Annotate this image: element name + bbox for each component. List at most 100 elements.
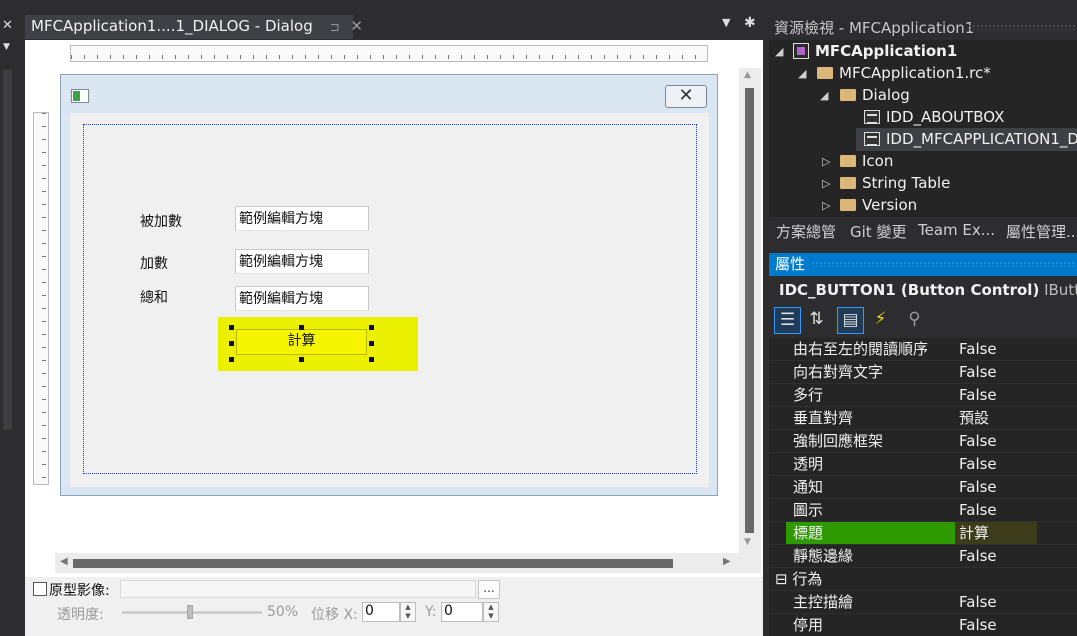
property-pages-icon[interactable]: ⚲ [901, 307, 928, 334]
scroll-right-icon[interactable]: ▶ [723, 556, 731, 567]
resize-handle[interactable] [299, 357, 304, 362]
tree-item-dialog-folder[interactable]: Dialog [840, 84, 910, 106]
collapsed-arrow-icon[interactable]: ▷ [822, 177, 830, 190]
object-name: IDC_BUTTON1 (Button Control) [779, 281, 1040, 299]
property-row-selected[interactable]: 標題 計算 [769, 522, 1077, 545]
title-grip [811, 261, 1075, 267]
scroll-corner [739, 553, 761, 573]
gear-icon[interactable]: ✱ [744, 15, 756, 31]
browse-button[interactable]: ... [478, 580, 500, 599]
tab-property-manager[interactable]: 屬性管理... [1006, 221, 1077, 242]
resize-handle[interactable] [229, 325, 234, 330]
tree-item-icon-folder[interactable]: Icon [840, 150, 893, 172]
folder-icon [840, 199, 856, 211]
offset-y-label: Y: [425, 604, 437, 620]
expand-arrow-icon[interactable]: ◢ [798, 67, 806, 80]
property-row[interactable]: 主控描繪 False [769, 591, 1077, 614]
tab-dialog-editor[interactable]: MFCApplication1....1_DIALOG - Dialog ⊐ ✕ [25, 15, 363, 39]
close-tab-icon[interactable]: ✕ [350, 17, 363, 35]
static-label-addend[interactable]: 加數 [140, 253, 168, 273]
left-scrollbar[interactable] [3, 70, 12, 430]
transparency-slider[interactable] [122, 605, 262, 619]
properties-icon[interactable]: ▤ [837, 307, 864, 334]
static-label-sum[interactable]: 總和 [140, 287, 168, 307]
resize-handle[interactable] [229, 357, 234, 362]
tab-dropdown-icon[interactable]: ▼ [722, 16, 730, 29]
tab-team-explorer[interactable]: Team Ex... [918, 221, 995, 239]
project-icon [793, 43, 809, 59]
tab-solution-explorer[interactable]: 方案總管 [776, 221, 836, 242]
resize-handle[interactable] [369, 325, 374, 330]
chevron-down-icon[interactable]: ▼ [3, 42, 10, 52]
resource-view-title[interactable]: 資源檢視 - MFCApplication1 [774, 17, 974, 38]
slider-thumb[interactable] [187, 605, 193, 619]
property-grid[interactable]: 由右至左的閱讀順序 False 向右對齊文字 False 多行 False 垂直對齊預… [769, 338, 1077, 636]
dialog-close-button[interactable]: ✕ [665, 85, 707, 108]
transparency-label: 透明度: [57, 607, 104, 623]
scroll-up-icon[interactable]: ▲ [744, 70, 751, 80]
tree-item-version[interactable]: Version [840, 194, 917, 216]
property-row[interactable]: 強制回應框架 False [769, 430, 1077, 453]
dialog-margin-guide [83, 124, 697, 474]
title-grip [968, 24, 1076, 30]
vertical-scrollbar[interactable]: ▲ ▼ [739, 68, 761, 553]
resource-tree[interactable]: ◢ MFCApplication1 ◢ MFCApplication1.rc* … [769, 40, 1077, 217]
prototype-image-bar: 原型影像: ... 透明度: 50% 位移 X: 0 ▲ ▼ Y: 0 ▲ ▼ [25, 577, 763, 636]
vertical-scroll-thumb[interactable] [745, 88, 754, 533]
tree-item-rc-file[interactable]: MFCApplication1.rc* [817, 62, 991, 84]
properties-header[interactable]: 屬性 [769, 253, 1077, 276]
edit-control-sum[interactable]: 範例編輯方塊 [235, 286, 369, 311]
offset-y-spinner[interactable]: ▲ ▼ [483, 602, 499, 622]
prototype-image-checkbox[interactable] [33, 582, 47, 596]
property-row[interactable]: 透明 False [769, 453, 1077, 476]
offset-x-input[interactable]: 0 [362, 602, 400, 622]
tree-item-string-table[interactable]: String Table [840, 172, 950, 194]
property-row[interactable]: 停用 False [769, 614, 1077, 636]
offset-x-spinner[interactable]: ▲ ▼ [400, 602, 416, 622]
edit-control-addend[interactable]: 範例編輯方塊 [235, 249, 369, 274]
collapse-icon[interactable]: ⊟ [775, 570, 788, 588]
property-category[interactable]: ⊟ 行為 [769, 568, 1077, 591]
horizontal-ruler[interactable] [70, 45, 708, 62]
properties-object-selector[interactable]: IDC_BUTTON1 (Button Control) IButtonEd [769, 281, 1077, 303]
collapsed-arrow-icon[interactable]: ▷ [822, 199, 830, 212]
tab-title: MFCApplication1....1_DIALOG - Dialog [31, 17, 313, 35]
scroll-down-icon[interactable]: ▼ [744, 537, 751, 547]
horizontal-scroll-thumb[interactable] [73, 559, 673, 568]
expand-arrow-icon[interactable]: ◢ [775, 45, 783, 58]
categorized-icon[interactable]: ☰ [774, 307, 801, 334]
expand-arrow-icon[interactable]: ◢ [820, 89, 828, 102]
folder-icon [840, 177, 856, 189]
calculate-button[interactable]: 計算 [236, 329, 367, 355]
tree-item-project[interactable]: MFCApplication1 [793, 40, 957, 62]
pin-icon[interactable]: ⊐ [330, 20, 340, 34]
dialog-preview[interactable]: ✕ [60, 74, 718, 496]
scroll-left-icon[interactable]: ◀ [60, 556, 68, 567]
resize-handle[interactable] [369, 341, 374, 346]
property-row[interactable]: 向右對齊文字 False [769, 361, 1077, 384]
events-icon[interactable]: ⚡ [867, 307, 894, 334]
vertical-ruler[interactable] [33, 112, 49, 485]
tree-item-aboutbox[interactable]: IDD_ABOUTBOX [864, 106, 1004, 128]
resize-handle[interactable] [369, 357, 374, 362]
property-row[interactable]: 多行 False [769, 384, 1077, 407]
horizontal-scrollbar[interactable]: ◀ ▶ [55, 553, 739, 573]
alphabetical-icon[interactable]: ⇅ [803, 307, 830, 334]
static-label-augend[interactable]: 被加數 [140, 211, 182, 231]
tree-item-main-dialog[interactable]: IDD_MFCAPPLICATION1_DI [864, 128, 1077, 150]
close-icon[interactable]: ✕ [2, 18, 13, 33]
property-row[interactable]: 圖示 False [769, 499, 1077, 522]
property-row[interactable]: 由右至左的閱讀順序 False [769, 338, 1077, 361]
offset-x-label: 位移 X: [311, 607, 358, 623]
edit-control-augend[interactable]: 範例編輯方塊 [235, 206, 369, 231]
offset-y-input[interactable]: 0 [441, 602, 483, 622]
tab-git-changes[interactable]: Git 變更 [850, 221, 906, 242]
collapsed-arrow-icon[interactable]: ▷ [822, 155, 830, 168]
resize-handle[interactable] [229, 341, 234, 346]
property-row[interactable]: 靜態邊緣 False [769, 545, 1077, 568]
resize-handle[interactable] [299, 325, 304, 330]
left-panel-edge: ✕ ▼ [0, 0, 16, 636]
prototype-image-path-field[interactable] [120, 580, 476, 598]
property-row[interactable]: 通知 False [769, 476, 1077, 499]
property-row[interactable]: 垂直對齊 預設 [769, 407, 1077, 430]
